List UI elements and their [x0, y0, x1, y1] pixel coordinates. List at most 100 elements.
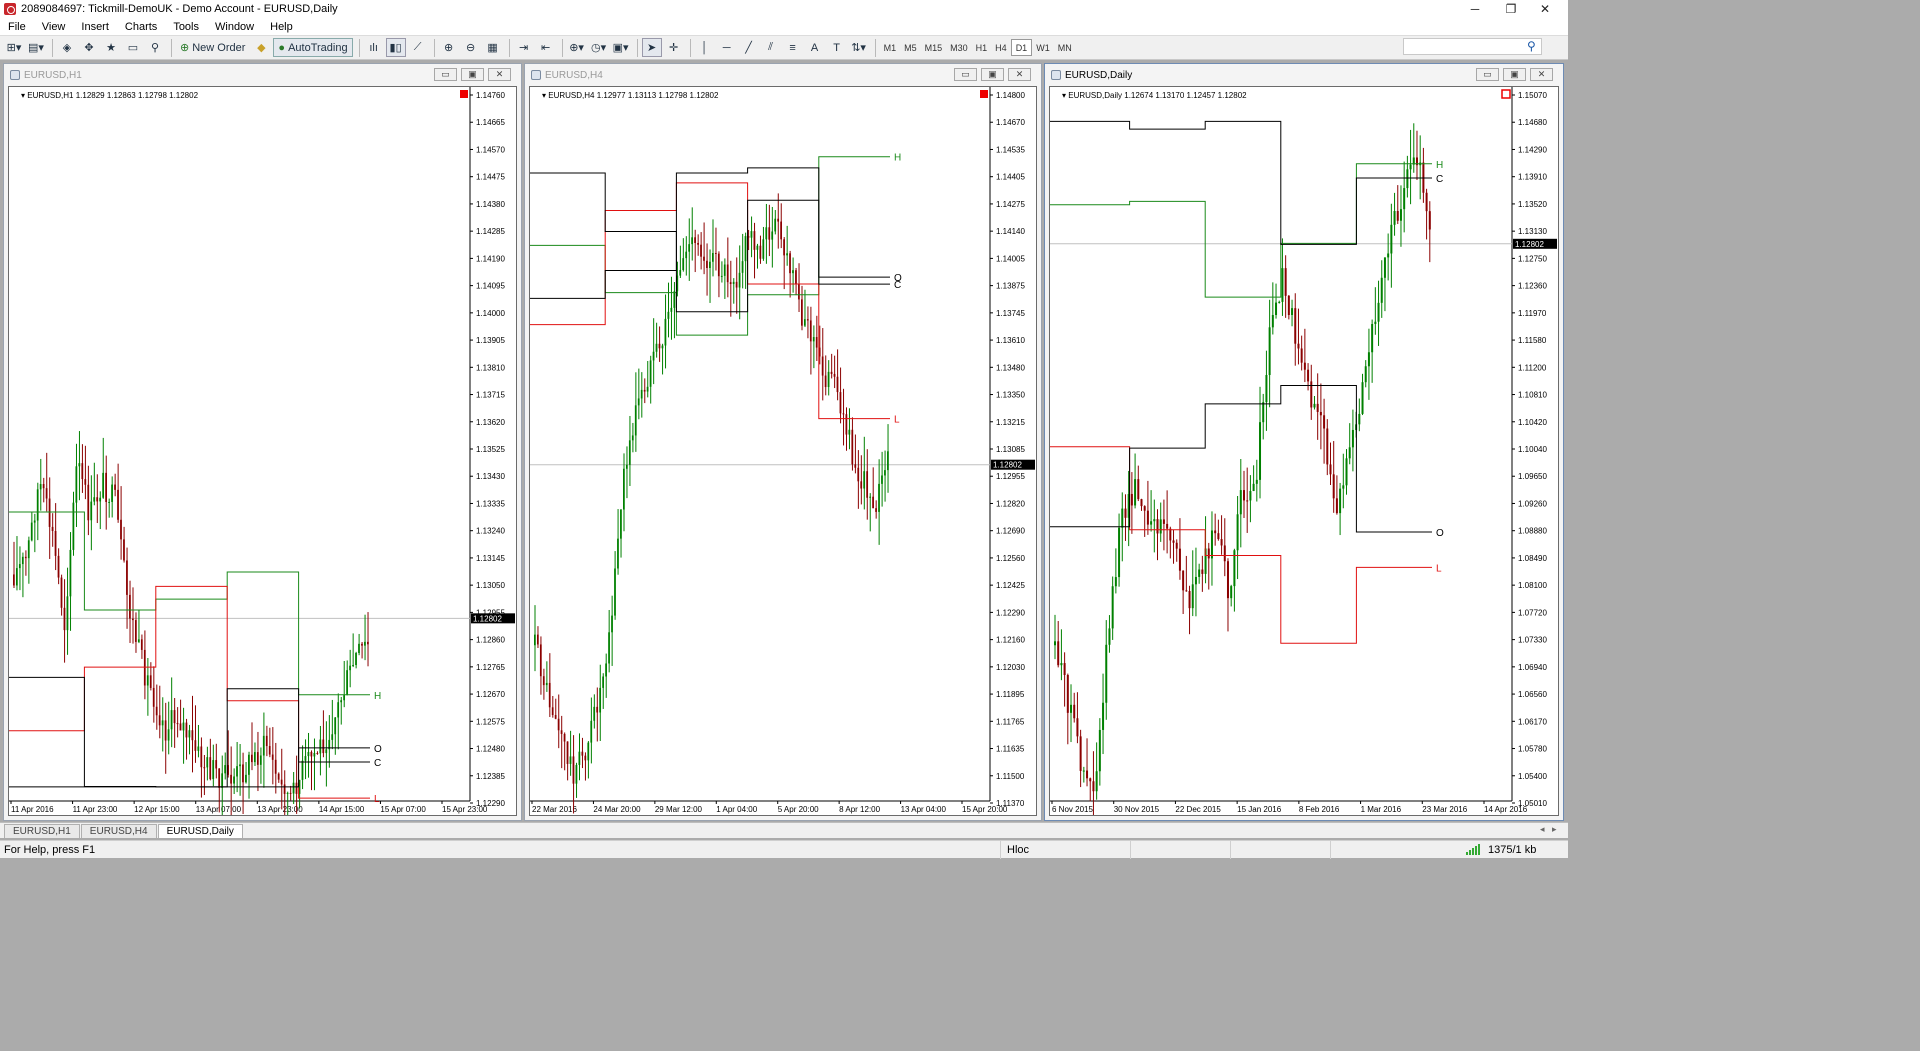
chart-area[interactable]: 1.14760 1.14665 1.14570 1.14475 1.14380 1.142…	[8, 86, 517, 816]
zoom-in-icon[interactable]: ⊕	[439, 38, 459, 57]
timeframe-m1[interactable]: M1	[880, 39, 901, 56]
line-chart-icon[interactable]: ⟋	[408, 38, 428, 57]
new-chart-icon[interactable]: ⊞▾	[4, 38, 24, 57]
timeframe-w1[interactable]: W1	[1032, 39, 1054, 56]
price-chart[interactable]: 1.15070 1.14680 1.14290 1.13910 1.13520 1.131…	[1050, 87, 1558, 815]
new-order-button[interactable]: ⊕ New Order	[176, 38, 249, 57]
candle-body	[1178, 548, 1181, 571]
chart-area[interactable]: 1.15070 1.14680 1.14290 1.13910 1.13520 1.131…	[1049, 86, 1559, 816]
chart-window-eurusd-h1[interactable]: EURUSD,H1 ▭ ▣ ✕ 1.14760 1.14665 1.14570 1.1…	[3, 63, 522, 821]
autotrading-icon: ●	[278, 41, 286, 54]
chart-window-header[interactable]: EURUSD,H1 ▭ ▣ ✕	[4, 64, 521, 86]
autotrading-button[interactable]: ● AutoTrading	[273, 38, 353, 57]
chart-close-button[interactable]: ✕	[1008, 68, 1031, 81]
market-watch-icon[interactable]: ◈	[57, 38, 77, 57]
trendline-icon[interactable]: ╱	[739, 38, 759, 57]
tab-scroll-right-icon[interactable]: ▸	[1552, 824, 1557, 835]
candle-body	[1323, 415, 1326, 429]
timeframe-h4[interactable]: H4	[991, 39, 1011, 56]
price-tick-label: 1.14665	[476, 118, 505, 127]
navigator-icon[interactable]: ★	[101, 38, 121, 57]
candle-body	[367, 641, 369, 645]
candle-body	[584, 755, 587, 761]
timeframe-m5[interactable]: M5	[900, 39, 921, 56]
candle-body	[1278, 301, 1281, 303]
indicators-icon[interactable]: ⊕▾	[567, 38, 587, 57]
terminal-icon[interactable]: ▭	[123, 38, 143, 57]
menu-file[interactable]: File	[0, 21, 34, 33]
templates-icon[interactable]: ▣▾	[611, 38, 631, 57]
close-button[interactable]: ✕	[1522, 0, 1568, 18]
price-tick-label: 1.13910	[1518, 173, 1547, 182]
chart-close-button[interactable]: ✕	[1530, 68, 1553, 81]
candle-body	[283, 784, 286, 794]
menu-charts[interactable]: Charts	[117, 21, 165, 33]
menu-help[interactable]: Help	[262, 21, 301, 33]
tab-eurusd-h4[interactable]: EURUSD,H4	[80, 824, 157, 838]
zoom-out-icon[interactable]: ⊖	[461, 38, 481, 57]
candle-body	[182, 722, 185, 731]
text-label-icon[interactable]: T	[827, 38, 847, 57]
chart-maximize-button[interactable]: ▣	[1503, 68, 1526, 81]
price-chart[interactable]: 1.14800 1.14670 1.14535 1.14405 1.14275 1.141…	[530, 87, 1036, 815]
price-chart[interactable]: 1.14760 1.14665 1.14570 1.14475 1.14380 1.142…	[9, 87, 516, 815]
candle-body	[738, 272, 741, 288]
auto-scroll-icon[interactable]: ⇥	[514, 38, 534, 57]
chart-window-header[interactable]: EURUSD,Daily ▭ ▣ ✕	[1045, 64, 1563, 86]
chart-window-eurusd-daily[interactable]: EURUSD,Daily ▭ ▣ ✕ 1.15070 1.14680 1.14290…	[1044, 63, 1564, 821]
data-window-icon[interactable]: ✥	[79, 38, 99, 57]
strategy-tester-icon[interactable]: ⚲	[145, 38, 165, 57]
chart-minimize-button[interactable]: ▭	[954, 68, 977, 81]
status-bar: For Help, press F1 Hloc 1375/1 kb	[0, 840, 1568, 859]
menu-window[interactable]: Window	[207, 21, 262, 33]
fibonacci-icon[interactable]: ≡	[783, 38, 803, 57]
horizontal-line-icon[interactable]: ─	[717, 38, 737, 57]
candle-body	[548, 682, 551, 708]
timeframe-h1[interactable]: H1	[972, 39, 992, 56]
price-tick-label: 1.11970	[1518, 309, 1547, 318]
cursor-icon[interactable]: ➤	[641, 38, 662, 57]
profiles-icon[interactable]: ▤▾	[26, 38, 46, 57]
timeframe-m15[interactable]: M15	[921, 39, 947, 56]
candlestick-icon[interactable]: ▮▯	[385, 38, 406, 57]
chart-shift-icon[interactable]: ⇤	[536, 38, 556, 57]
search-icon[interactable]: ⚲	[1527, 39, 1536, 53]
chart-close-button[interactable]: ✕	[488, 68, 511, 81]
chart-maximize-button[interactable]: ▣	[981, 68, 1004, 81]
candle-body	[1313, 403, 1316, 408]
chart-info-label: ▾ EURUSD,H4 1.12977 1.13113 1.12798 1.12…	[542, 91, 719, 100]
level-label-l: L	[1436, 563, 1442, 574]
menu-tools[interactable]: Tools	[165, 21, 207, 33]
metaeditor-icon[interactable]: ◆	[251, 38, 271, 57]
arrows-icon[interactable]: ⇅▾	[849, 38, 869, 57]
chart-window-header[interactable]: EURUSD,H4 ▭ ▣ ✕	[525, 64, 1041, 86]
chart-window-eurusd-h4[interactable]: EURUSD,H4 ▭ ▣ ✕ 1.14800 1.14670 1.14535 1.1…	[524, 63, 1042, 821]
timeframe-d1[interactable]: D1	[1010, 39, 1033, 56]
timeframe-m30[interactable]: M30	[946, 39, 972, 56]
candle-body	[566, 741, 569, 764]
time-tick-label: 22 Dec 2015	[1175, 805, 1221, 814]
text-icon[interactable]: A	[805, 38, 825, 57]
timeframe-mn[interactable]: MN	[1054, 39, 1076, 56]
toolbar-separator	[358, 38, 360, 57]
candle-body	[1153, 519, 1156, 522]
menu-view[interactable]: View	[34, 21, 74, 33]
tab-eurusd-h1[interactable]: EURUSD,H1	[4, 824, 80, 838]
candle-body	[343, 695, 345, 701]
candle-body	[717, 253, 720, 277]
menu-insert[interactable]: Insert	[73, 21, 117, 33]
chart-minimize-button[interactable]: ▭	[434, 68, 457, 81]
chart-minimize-button[interactable]: ▭	[1476, 68, 1499, 81]
channel-icon[interactable]: ⫽	[761, 38, 781, 57]
chart-maximize-button[interactable]: ▣	[461, 68, 484, 81]
chart-area[interactable]: 1.14800 1.14670 1.14535 1.14405 1.14275 1.141…	[529, 86, 1037, 816]
crosshair-icon[interactable]: ✛	[664, 38, 684, 57]
tile-windows-icon[interactable]: ▦	[483, 38, 503, 57]
bar-chart-icon[interactable]: ılı	[364, 38, 384, 57]
tab-scroll-left-icon[interactable]: ◂	[1540, 824, 1545, 835]
search-input[interactable]	[1403, 38, 1542, 55]
candle-body	[149, 675, 152, 688]
vertical-line-icon[interactable]: │	[695, 38, 715, 57]
tab-eurusd-daily[interactable]: EURUSD,Daily	[157, 824, 243, 838]
periods-icon[interactable]: ◷▾	[589, 38, 609, 57]
